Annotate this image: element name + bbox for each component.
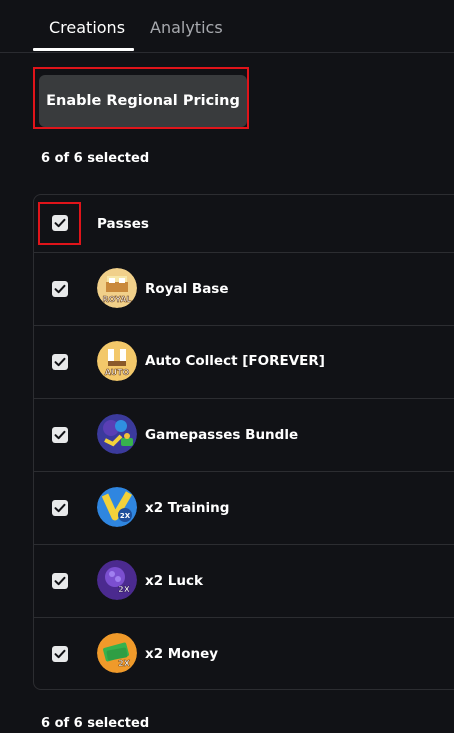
check-icon	[54, 430, 66, 440]
tab-creations[interactable]: Creations	[49, 18, 125, 38]
x2-money-icon: 2X	[97, 633, 137, 673]
select-all-checkbox[interactable]	[52, 215, 68, 231]
active-tab-indicator	[33, 48, 134, 51]
svg-text:2X: 2X	[120, 512, 131, 520]
pass-name[interactable]: x2 Money	[145, 646, 218, 662]
tab-bar: Creations Analytics	[0, 0, 454, 53]
check-icon	[54, 284, 66, 294]
row-checkbox-royal-base[interactable]	[52, 281, 68, 297]
row-divider	[34, 325, 454, 326]
row-checkbox-x2-money[interactable]	[52, 646, 68, 662]
row-checkbox-x2-training[interactable]	[52, 500, 68, 516]
row-divider	[34, 471, 454, 472]
row-divider	[34, 398, 454, 399]
svg-text:2X: 2X	[118, 585, 131, 594]
check-icon	[54, 649, 66, 659]
x2-luck-icon: 2X	[97, 560, 137, 600]
check-icon	[54, 576, 66, 586]
svg-text:ROYAL: ROYAL	[103, 295, 132, 304]
royal-base-icon: ROYAL	[97, 268, 137, 308]
pass-name[interactable]: Gamepasses Bundle	[145, 427, 298, 443]
svg-text:2X: 2X	[118, 659, 131, 668]
check-icon	[54, 218, 66, 228]
selection-count-bottom: 6 of 6 selected	[41, 716, 150, 731]
column-header-passes: Passes	[97, 216, 149, 232]
gamepasses-bundle-icon	[97, 414, 137, 454]
check-icon	[54, 357, 66, 367]
selection-count: 6 of 6 selected	[41, 151, 150, 166]
row-divider	[34, 544, 454, 545]
auto-collect-icon: AUTO	[97, 341, 137, 381]
x2-training-icon: 2X	[97, 487, 137, 527]
row-checkbox-auto-collect[interactable]	[52, 354, 68, 370]
pass-name[interactable]: x2 Training	[145, 500, 229, 516]
enable-regional-pricing-button[interactable]: Enable Regional Pricing	[39, 75, 247, 127]
row-checkbox-gamepasses-bundle[interactable]	[52, 427, 68, 443]
pass-name[interactable]: Royal Base	[145, 281, 229, 297]
row-divider	[34, 252, 454, 253]
tab-analytics[interactable]: Analytics	[150, 18, 223, 38]
pass-name[interactable]: x2 Luck	[145, 573, 203, 589]
row-divider	[34, 617, 454, 618]
check-icon	[54, 503, 66, 513]
row-checkbox-x2-luck[interactable]	[52, 573, 68, 589]
pass-name[interactable]: Auto Collect [FOREVER]	[145, 353, 325, 369]
svg-text:AUTO: AUTO	[105, 368, 130, 377]
